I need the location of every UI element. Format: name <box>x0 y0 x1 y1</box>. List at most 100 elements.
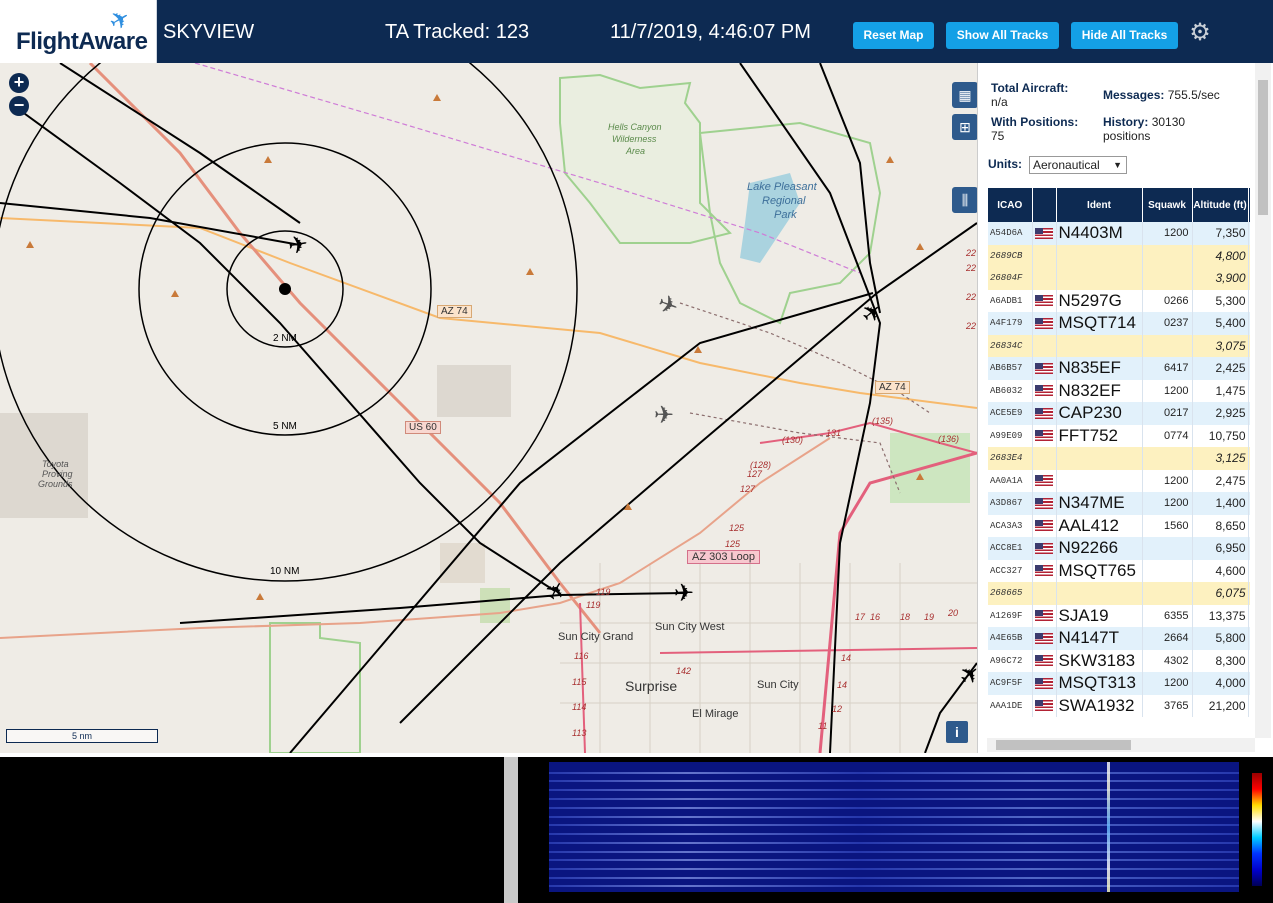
table-row[interactable]: AC9F5F MSQT31312004,000▼ <box>988 672 1250 695</box>
table-row[interactable]: A6ADB1 N5297G 0266 5,300 <box>988 289 1250 312</box>
table-row[interactable]: ACC327 MSQT765 4,600▼ <box>988 559 1250 582</box>
hide-all-tracks-button[interactable]: Hide All Tracks <box>1071 22 1178 49</box>
altitude-cell: 10,750 <box>1192 424 1249 447</box>
place-label: Toyota <box>42 459 69 469</box>
ident-cell: MSQT765 <box>1056 559 1143 582</box>
waterfall-line <box>549 789 1239 791</box>
waterfall-line <box>549 877 1239 879</box>
waterfall-line <box>549 833 1239 835</box>
icao-cell: A99E09 <box>988 424 1033 447</box>
table-row[interactable]: A54D6A N4403M 1200 7,350 <box>988 222 1250 245</box>
waterfall-line <box>549 824 1239 826</box>
table-row[interactable]: 26834C 3,075▲ <box>988 334 1250 357</box>
total-aircraft: Total Aircraft: n/a <box>991 81 1068 109</box>
with-positions: With Positions: 75 <box>991 115 1078 143</box>
altitude-cell: 5,800 <box>1192 627 1249 650</box>
ident-cell: AAL412 <box>1056 514 1143 537</box>
ident-cell: N5297G <box>1056 289 1143 312</box>
table-row[interactable]: ACA3A3 AAL41215608,650▲ <box>988 514 1250 537</box>
peak-markers <box>26 94 924 600</box>
grid-icon[interactable]: ⊞ <box>952 114 977 140</box>
col-ident[interactable]: Ident <box>1056 188 1143 222</box>
ident-cell <box>1056 582 1143 605</box>
flag-cell <box>1032 582 1057 605</box>
waterfall-line <box>549 851 1239 853</box>
map-view[interactable]: ✈ ✈ ✈ ✈ ✈ ✈ ✈ 2 NM 5 NM 10 NM Hells Cany… <box>0 63 977 753</box>
table-row[interactable]: AB6B57 N835EF64172,425▲ <box>988 357 1250 380</box>
altitude-cell: 4,800 <box>1192 244 1249 267</box>
trend-cell: ▼ <box>1248 559 1250 582</box>
flag-cell <box>1032 559 1057 582</box>
horizontal-scroll-thumb[interactable] <box>996 740 1131 750</box>
exit-number: 127 <box>740 484 756 494</box>
table-row[interactable]: 2683E4 3,125 <box>988 447 1250 470</box>
col-altitude[interactable]: Altitude (ft) <box>1192 188 1249 222</box>
tracked-count: TA Tracked: 123 <box>385 21 530 43</box>
flag-cell <box>1032 649 1057 672</box>
ring-label-5nm: 5 NM <box>273 421 297 432</box>
table-row[interactable]: 268665 6,075▲ <box>988 582 1250 605</box>
us-flag-icon <box>1035 632 1053 644</box>
table-row[interactable]: A96C72 SKW318343028,300▼ <box>988 649 1250 672</box>
exit-number: 125 <box>729 523 745 533</box>
trend-cell: ▼ <box>1248 694 1250 717</box>
us-flag-icon <box>1035 430 1053 442</box>
waterfall-peak <box>1107 762 1110 892</box>
info-button[interactable]: i <box>946 721 968 743</box>
ident-cell: MSQT313 <box>1056 672 1143 695</box>
columns-icon[interactable]: ⫼ <box>952 187 977 213</box>
color-scale-bar <box>1252 773 1262 886</box>
flag-cell <box>1032 447 1057 470</box>
gear-icon[interactable]: ⚙ <box>1187 20 1213 46</box>
ident-cell: N4403M <box>1056 222 1143 245</box>
city-grid <box>560 563 977 753</box>
table-row[interactable]: A4F179 MSQT714 0237 5,400 <box>988 312 1250 335</box>
icao-cell: 268665 <box>988 582 1033 605</box>
table-row[interactable]: A4E65B N4147T 2664 5,800 <box>988 627 1250 650</box>
zoom-out-button[interactable]: − <box>9 96 29 116</box>
exit-number: 114 <box>572 702 587 712</box>
show-all-tracks-button[interactable]: Show All Tracks <box>946 22 1059 49</box>
icao-cell: A54D6A <box>988 222 1033 245</box>
col-flag[interactable] <box>1032 188 1057 222</box>
trend-cell <box>1248 267 1250 290</box>
squawk-cell: 1200 <box>1142 379 1193 402</box>
map-canvas[interactable]: ✈ ✈ ✈ ✈ ✈ ✈ ✈ <box>0 63 977 753</box>
trend-cell <box>1248 312 1250 335</box>
altitude-cell: 4,000 <box>1192 672 1249 695</box>
exit-number: 22 <box>966 321 977 331</box>
table-row[interactable]: 2689CB 4,800▲ <box>988 244 1250 267</box>
reset-map-button[interactable]: Reset Map <box>853 22 934 49</box>
table-row[interactable]: AA0A1A 12002,475▼ <box>988 469 1250 492</box>
us-flag-icon <box>1035 542 1053 554</box>
table-row[interactable]: AB6032 N832EF 1200 1,475 <box>988 379 1250 402</box>
exit-number: 22 <box>966 248 977 258</box>
table-row[interactable]: A99E09 FFT752077410,750▲ <box>988 424 1250 447</box>
table-row[interactable]: AAA1DE SWA1932376521,200▼ <box>988 694 1250 717</box>
flag-cell <box>1032 694 1057 717</box>
icao-cell: 2689CB <box>988 244 1033 267</box>
place-label: Surprise <box>625 678 678 694</box>
secondary-road <box>0 437 831 639</box>
exit-number: 19 <box>924 612 935 622</box>
table-row[interactable]: ACC8E1 N92266 6,950 <box>988 537 1250 560</box>
exit-number: 17 <box>855 612 866 622</box>
ident-cell <box>1056 447 1143 470</box>
map-layers-icon[interactable]: ▦ <box>952 82 977 108</box>
icao-cell: AA0A1A <box>988 469 1033 492</box>
units-select[interactable]: Aeronautical ▼ <box>1029 156 1127 174</box>
vertical-scroll-thumb[interactable] <box>1258 80 1268 215</box>
col-icao[interactable]: ICAO <box>988 188 1033 222</box>
col-squawk[interactable]: Squawk <box>1142 188 1193 222</box>
table-row[interactable]: A1269F SJA19635513,375▼ <box>988 604 1250 627</box>
table-row[interactable]: ACE5E9 CAP230 0217 2,925 <box>988 402 1250 425</box>
panel-splitter[interactable] <box>504 757 518 903</box>
icao-cell: ACC327 <box>988 559 1033 582</box>
table-row[interactable]: A3D867 N347ME12001,400▼ <box>988 492 1250 515</box>
ident-cell: MSQT714 <box>1056 312 1143 335</box>
exit-number: 20 <box>948 608 959 618</box>
zoom-in-button[interactable]: + <box>9 73 29 93</box>
table-row[interactable]: 26804F 3,900 <box>988 267 1250 290</box>
icao-cell: AC9F5F <box>988 672 1033 695</box>
us-flag-icon <box>1035 385 1053 397</box>
